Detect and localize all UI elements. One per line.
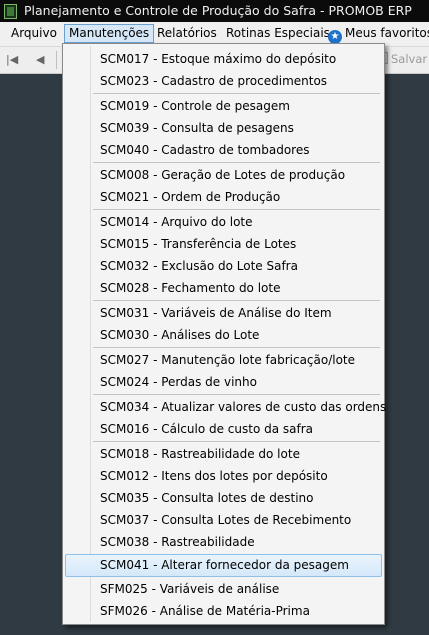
menu-meus-favoritos[interactable]: ★ Meus favoritos xyxy=(324,25,429,44)
menu-relatorios[interactable]: Relatórios xyxy=(153,25,221,42)
menu-rotinas-especiais[interactable]: Rotinas Especiais xyxy=(222,25,334,42)
menu-separator xyxy=(93,209,380,210)
menu-item-scm012[interactable]: SCM012 - Itens dos lotes por depósito xyxy=(63,465,382,487)
menu-item-scm037[interactable]: SCM037 - Consulta Lotes de Recebimento xyxy=(63,509,382,531)
menu-item-scm031[interactable]: SCM031 - Variáveis de Análise do Item xyxy=(63,302,382,324)
previous-record-icon[interactable]: ◀ xyxy=(36,52,44,68)
menu-separator xyxy=(93,394,380,395)
menu-meus-favoritos-label: Meus favoritos xyxy=(345,26,429,40)
menu-item-scm014[interactable]: SCM014 - Arquivo do lote xyxy=(63,211,382,233)
star-icon: ★ xyxy=(328,30,342,44)
first-record-icon[interactable]: |◀ xyxy=(6,52,18,68)
menu-item-scm041[interactable]: SCM041 - Alterar fornecedor da pesagem xyxy=(65,554,382,577)
menu-item-scm035[interactable]: SCM035 - Consulta lotes de destino xyxy=(63,487,382,509)
menu-item-scm027[interactable]: SCM027 - Manutenção lote fabricação/lote xyxy=(63,349,382,371)
menu-arquivo[interactable]: Arquivo xyxy=(7,25,61,42)
menu-manutencoes[interactable]: Manutenções xyxy=(64,24,155,43)
menu-separator xyxy=(93,300,380,301)
menu-separator xyxy=(93,93,380,94)
menu-item-scm024[interactable]: SCM024 - Perdas de vinho xyxy=(63,371,382,393)
menu-item-scm028[interactable]: SCM028 - Fechamento do lote xyxy=(63,277,382,299)
title-bar: Planejamento e Controle de Produção do S… xyxy=(0,0,429,22)
menu-item-scm023[interactable]: SCM023 - Cadastro de procedimentos xyxy=(63,70,382,92)
menu-item-scm019[interactable]: SCM019 - Controle de pesagem xyxy=(63,95,382,117)
menu-item-scm038[interactable]: SCM038 - Rastreabilidade xyxy=(63,531,382,553)
menu-item-scm040[interactable]: SCM040 - Cadastro de tombadores xyxy=(63,139,382,161)
menu-item-scm032[interactable]: SCM032 - Exclusão do Lote Safra xyxy=(63,255,382,277)
menu-item-scm015[interactable]: SCM015 - Transferência de Lotes xyxy=(63,233,382,255)
menu-separator xyxy=(93,162,380,163)
menu-item-scm039[interactable]: SCM039 - Consulta de pesagens xyxy=(63,117,382,139)
menu-item-scm018[interactable]: SCM018 - Rastreabilidade do lote xyxy=(63,443,382,465)
menu-item-sfm025[interactable]: SFM025 - Variáveis de análise xyxy=(63,578,382,600)
app-icon xyxy=(4,4,17,19)
save-label: Salvar xyxy=(391,52,428,66)
menu-item-scm017[interactable]: SCM017 - Estoque máximo do depósito xyxy=(63,48,382,70)
menu-separator xyxy=(93,347,380,348)
menu-item-sfm026[interactable]: SFM026 - Análise de Matéria-Prima xyxy=(63,600,382,622)
menu-item-scm016[interactable]: SCM016 - Cálculo de custo da safra xyxy=(63,418,382,440)
menu-item-scm030[interactable]: SCM030 - Análises do Lote xyxy=(63,324,382,346)
window-title: Planejamento e Controle de Produção do S… xyxy=(24,3,412,18)
menu-item-scm008[interactable]: SCM008 - Geração de Lotes de produção xyxy=(63,164,382,186)
menu-separator xyxy=(93,441,380,442)
menu-item-scm034[interactable]: SCM034 - Atualizar valores de custo das … xyxy=(63,396,386,418)
toolbar-separator xyxy=(56,51,57,69)
manutencoes-dropdown-menu: SCM017 - Estoque máximo do depósito SCM0… xyxy=(62,43,386,625)
menu-item-scm021[interactable]: SCM021 - Ordem de Produção xyxy=(63,186,382,208)
